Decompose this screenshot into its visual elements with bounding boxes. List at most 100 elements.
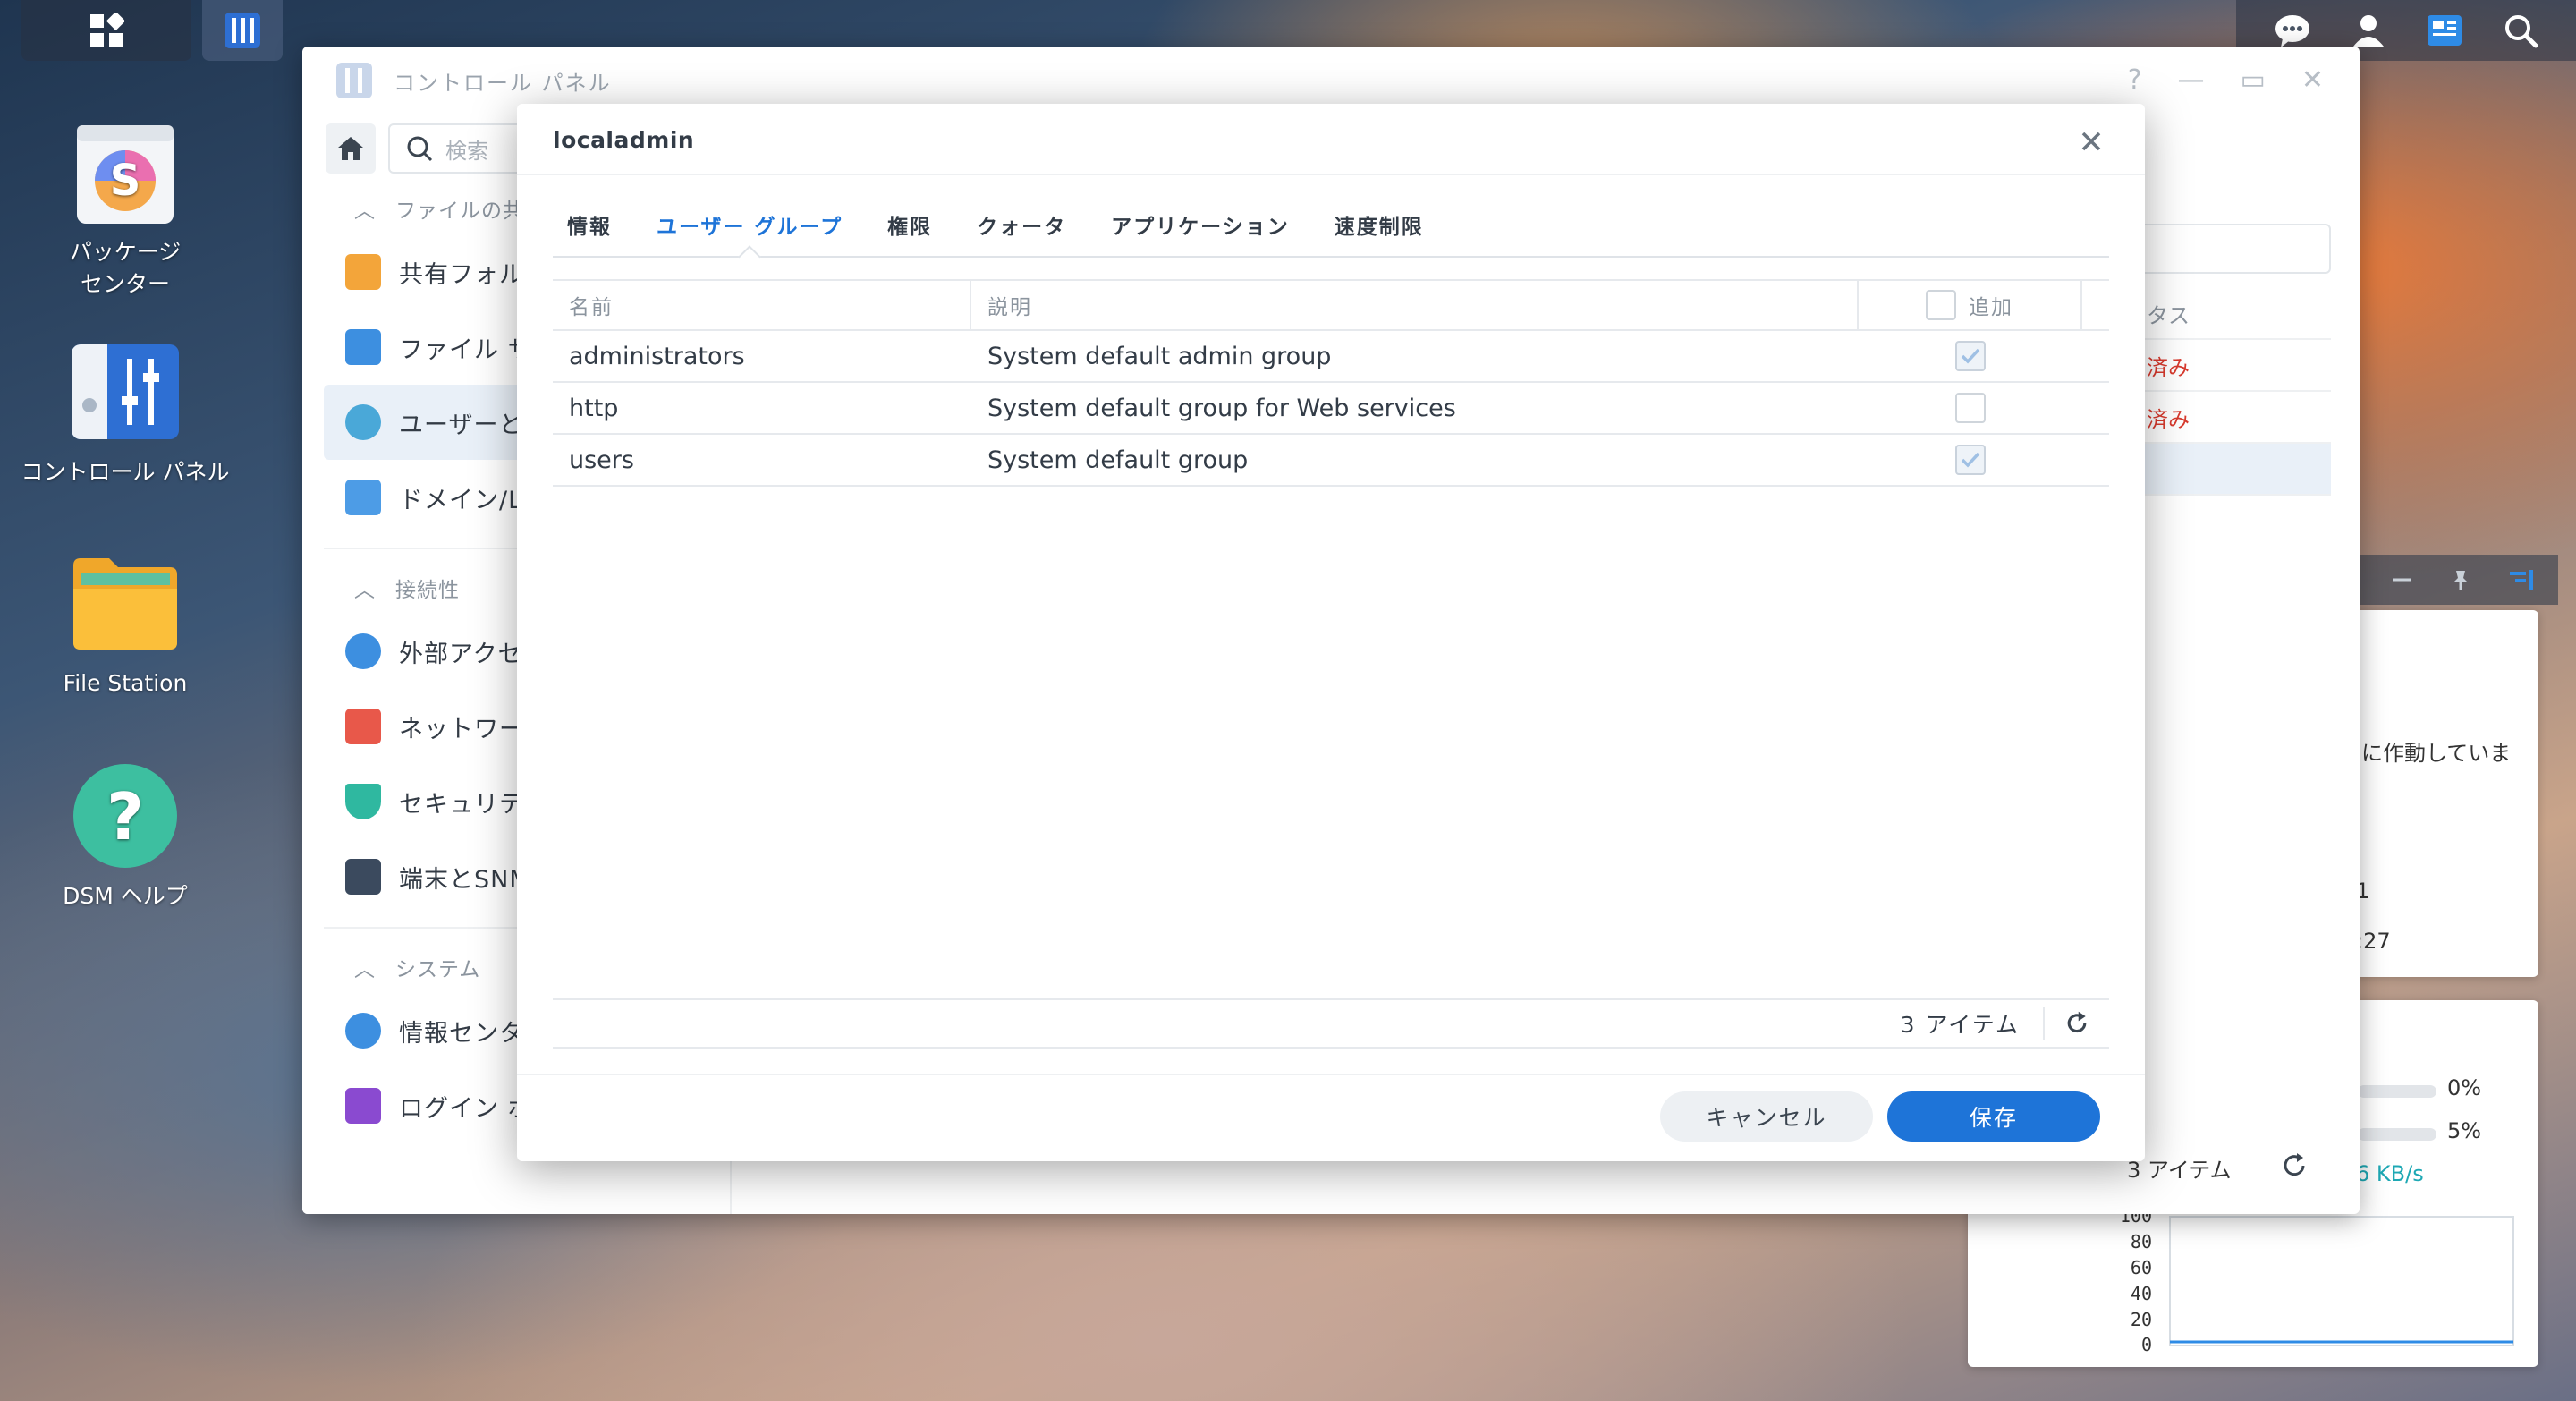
minimize-icon[interactable] xyxy=(2390,568,2413,591)
home-button[interactable] xyxy=(326,123,376,174)
close-icon[interactable]: ✕ xyxy=(2301,64,2324,96)
control-panel-icon xyxy=(70,336,181,447)
users-icon xyxy=(345,404,381,440)
item-count: 3 アイテム xyxy=(1901,1007,2045,1040)
sidebar-item-label: セキュリテ xyxy=(399,790,524,819)
group-name: users xyxy=(569,446,634,474)
chart-tick: 80 xyxy=(2131,1231,2152,1252)
sidebar-item-label: 共有フォル xyxy=(399,260,524,289)
network-icon xyxy=(345,709,381,744)
tab-quota[interactable]: クォータ xyxy=(977,209,1066,256)
column-header-name[interactable]: 名前 xyxy=(553,281,971,329)
pin-icon[interactable] xyxy=(2449,568,2472,591)
grid-icon xyxy=(90,13,124,47)
widgets-icon[interactable] xyxy=(2424,10,2465,51)
check-icon xyxy=(1961,452,1980,468)
desktop-icon-dsm-help[interactable]: ? DSM ヘルプ xyxy=(18,760,233,913)
user-icon[interactable] xyxy=(2348,10,2389,51)
save-button[interactable]: 保存 xyxy=(1887,1091,2100,1142)
domain-icon xyxy=(345,480,381,515)
bg-status-header: タス xyxy=(2147,302,2190,328)
table-row[interactable]: administrators System default admin grou… xyxy=(553,331,2109,383)
tab-user-groups[interactable]: ユーザー グループ xyxy=(657,209,843,256)
terminal-icon xyxy=(345,859,381,895)
cpu-bar xyxy=(2358,1085,2436,1098)
close-button[interactable] xyxy=(2073,123,2109,159)
tab-speed-limit[interactable]: 速度制限 xyxy=(1335,209,1424,256)
cp-title: コントロール パネル xyxy=(394,70,612,96)
column-label: 名前 xyxy=(569,296,614,319)
divider xyxy=(517,1074,2145,1075)
section-label: 接続性 xyxy=(395,579,460,602)
check-icon xyxy=(1961,348,1980,364)
refresh-button[interactable] xyxy=(2045,1010,2109,1037)
login-portal-icon xyxy=(345,1088,381,1124)
sidebar-item-label: ファイル サ xyxy=(399,335,533,364)
network-chart: 100 80 60 40 20 0 xyxy=(2120,1210,2514,1353)
help-icon: ? xyxy=(70,760,181,871)
cpu-percent: 0% xyxy=(2447,1075,2482,1100)
table-header: 名前 説明 追加 xyxy=(553,279,2109,331)
bg-status: 済み xyxy=(2147,354,2190,380)
home-icon xyxy=(338,137,363,160)
group-checkbox[interactable] xyxy=(1955,393,1986,423)
ram-percent: 5% xyxy=(2447,1118,2482,1143)
desktop-icon-package-center[interactable]: S パッケージ センター xyxy=(18,116,233,301)
desktop-icon-control-panel[interactable]: コントロール パネル xyxy=(18,336,233,488)
sidebar-item-label: ユーザーと xyxy=(399,411,524,439)
group-checkbox[interactable] xyxy=(1955,445,1986,475)
chevron-up-icon: ︿ xyxy=(354,579,376,602)
shield-icon xyxy=(345,784,381,819)
desktop-icon-file-station[interactable]: File Station xyxy=(18,548,233,700)
desktop-icon-label: センター xyxy=(80,271,170,297)
system-status-text: に作動していま xyxy=(2361,741,2512,766)
desktop-icon-label: File Station xyxy=(63,670,188,696)
maximize-icon[interactable]: ▭ xyxy=(2241,64,2266,96)
column-label: 説明 xyxy=(987,296,1032,319)
widget-settings-icon[interactable] xyxy=(2508,568,2535,591)
tab-applications[interactable]: アプリケーション xyxy=(1111,209,1290,256)
main-menu-button[interactable] xyxy=(21,0,191,61)
user-edit-dialog: localadmin 情報 ユーザー グループ 権限 クォータ アプリケーション… xyxy=(517,104,2145,1161)
refresh-icon xyxy=(2067,1011,2087,1033)
table-footer: 3 アイテム xyxy=(553,998,2109,1049)
cancel-button[interactable]: キャンセル xyxy=(1660,1091,1873,1142)
column-header-add: 追加 xyxy=(1859,281,2082,329)
table-row[interactable]: http System default group for Web servic… xyxy=(553,383,2109,435)
desktop-icon-label: コントロール パネル xyxy=(21,459,230,485)
group-description: System default admin group xyxy=(987,342,1332,370)
help-icon[interactable]: ? xyxy=(2128,64,2142,96)
search-icon[interactable] xyxy=(2500,10,2541,51)
refresh-icon[interactable] xyxy=(2279,1151,2309,1181)
sidebar-item-label: ネットワー xyxy=(399,715,524,743)
chart-tick: 40 xyxy=(2131,1283,2152,1304)
chat-icon[interactable] xyxy=(2272,10,2313,51)
bg-status: 済み xyxy=(2147,406,2190,432)
table-row[interactable]: users System default group xyxy=(553,435,2109,487)
taskbar-left xyxy=(21,0,283,61)
desktop-icon-label: パッケージ xyxy=(69,239,182,265)
sidebar-item-label: 端末とSNM xyxy=(399,865,531,894)
select-all-checkbox[interactable] xyxy=(1926,290,1956,320)
tab-info[interactable]: 情報 xyxy=(567,209,612,256)
taskbar-control-panel-button[interactable] xyxy=(202,0,283,61)
tab-bar: 情報 ユーザー グループ 権限 クォータ アプリケーション 速度制限 xyxy=(553,209,2109,258)
divider xyxy=(517,174,2145,175)
group-description: System default group for Web services xyxy=(987,394,1456,422)
svg-text:?: ? xyxy=(106,779,144,854)
sidebar-item-label: ログイン ポ xyxy=(399,1094,533,1123)
column-header-description[interactable]: 説明 xyxy=(971,281,1859,329)
group-checkbox[interactable] xyxy=(1955,341,1986,371)
ram-bar xyxy=(2358,1128,2436,1141)
file-services-icon xyxy=(345,329,381,365)
column-label: 追加 xyxy=(1969,296,2013,319)
sidebar-item-label: ドメイン/L xyxy=(399,486,523,514)
tab-permissions[interactable]: 権限 xyxy=(887,209,932,256)
search-icon xyxy=(407,136,433,162)
folder-icon xyxy=(70,548,181,658)
sidebar-item-label: 外部アクセ xyxy=(399,640,523,668)
chevron-up-icon: ︿ xyxy=(354,958,376,981)
widget-line-2: :27 xyxy=(2356,929,2391,954)
dialog-title: localadmin xyxy=(553,127,695,153)
minimize-icon[interactable]: — xyxy=(2178,64,2205,96)
